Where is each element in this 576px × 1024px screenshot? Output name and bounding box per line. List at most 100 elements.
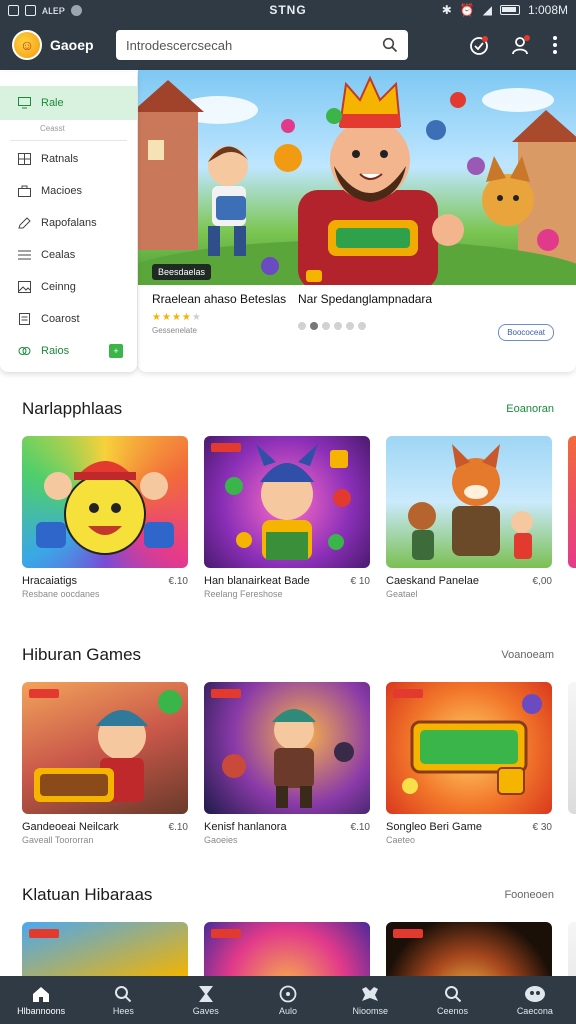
game-card-price: €,00 [532,576,552,587]
featured-action-button[interactable]: Boococeat [498,324,554,341]
game-card[interactable]: Hracaiatigs €.10 Resbane oocdanes [22,436,188,599]
section-see-all-link[interactable]: Voanoeam [501,649,554,661]
bluetooth-icon: ✱ [441,3,452,17]
nav-label: Hlbannoons [17,1005,66,1016]
carousel-dot[interactable] [334,322,342,330]
sidebar-item-rapofalans[interactable]: Rapofalans [0,207,137,239]
search-input[interactable] [126,37,382,53]
search-icon [444,985,461,1002]
game-card-title: Caeskand Panelae [386,575,479,587]
featured-banner[interactable]: Beesdaelas Rraelean ahaso Beteslas ★★★★★… [138,70,576,372]
section-title: Narlapphlaas [22,399,123,418]
achievements-icon[interactable] [468,34,490,56]
nav-item-caecona[interactable]: Caecona [494,976,576,1024]
game-card-badge [29,689,59,698]
carousel-dot[interactable] [322,322,330,330]
search-icon[interactable] [382,37,398,53]
game-card-partial[interactable] [568,682,576,845]
nav-label: Hees [112,1005,134,1016]
featured-title-primary[interactable]: Rraelean ahaso Beteslas [152,291,298,308]
battery-icon [499,5,520,15]
featured-tag: Beesdaelas [152,264,212,280]
profile-icon[interactable] [510,34,532,56]
carousel-dot[interactable] [346,322,354,330]
star-icon: ★ [161,312,172,323]
game-card[interactable]: Caeskand Panelae €,00 Geatael [386,436,552,599]
section-hiburan-games: Hiburan Games Voanoeam Gandeoeai Neilcar… [0,640,576,845]
sidebar-item-coarost[interactable]: Coarost [0,303,137,335]
controller-icon [362,986,379,1001]
sidebar-item-label: Cealas [41,249,76,261]
nav-item-home[interactable]: Hlbannoons [0,976,82,1024]
game-card[interactable]: Gandeoeai Neilcark €.10 Gaveall Toororra… [22,682,188,845]
nav-label: Gaves [192,1005,219,1016]
hourglass-icon [198,985,213,1002]
alarm-icon: ⏰ [459,3,475,17]
more-menu-icon[interactable] [552,35,558,55]
game-card-badge [211,443,241,452]
sidebar-item-ratnals[interactable]: Ratnals [0,143,137,175]
game-card-subtitle: Gaveall Toororran [22,835,94,845]
sidebar-item-label: Macioes [41,185,82,197]
sidebar-sub-label: Ceasst [40,124,65,133]
game-card[interactable]: Songleo Beri Game € 30 Caeteo [386,682,552,845]
sidebar-item-macioes[interactable]: Macioes [0,175,137,207]
sidebar-plus-badge[interactable]: + [109,344,123,358]
game-card[interactable]: Kenisf hanlanora €.10 Gaoeies [204,682,370,845]
nav-item-gaves[interactable]: Gaves [165,976,247,1024]
star-icon: ★ [191,312,202,323]
section-see-all-link[interactable]: Eoanoran [506,403,554,415]
bag-icon [18,185,31,197]
game-card-title: Han blanairkeat Bade [204,575,310,587]
sidebar-item-label: Rale [41,97,64,109]
featured-subtitle: Gessenelate [152,326,197,335]
game-thumbnail [386,436,552,568]
nav-label: Nioomse [352,1005,389,1016]
grid-icon [18,153,31,165]
search-bar[interactable] [116,30,408,60]
bottom-navigation: Hlbannoons Hees Gaves Aulo Nioomse Ceeno… [0,976,576,1024]
game-card-price: €.10 [168,822,188,833]
nav-item-ceenos[interactable]: Ceenos [411,976,493,1024]
game-card-partial[interactable] [568,436,576,599]
sidebar-menu: Rale Ceasst Ratnals Macioes Rapofalans C… [0,72,137,372]
sidebar-item-raios[interactable]: Raios + [0,335,137,367]
app-bar: ☺ Gaoep [0,20,576,70]
section-see-all-link[interactable]: Fooneoen [504,889,554,901]
profile-icon [524,985,545,1002]
sidebar-divider [10,140,127,141]
pencil-icon [18,217,31,229]
search-icon [115,985,132,1002]
nav-item-aulo[interactable]: Aulo [247,976,329,1024]
game-card-subtitle: Resbane oocdanes [22,589,100,599]
nav-item-hees[interactable]: Hees [82,976,164,1024]
app-logo[interactable]: ☺ [12,30,42,60]
sidebar-item-rale[interactable]: Rale [0,86,137,120]
signal-icon: ◢ [482,3,492,17]
carousel-dot[interactable] [358,322,366,330]
home-icon [33,986,50,1002]
game-thumbnail [22,436,188,568]
sidebar-item-label: Rapofalans [41,217,97,229]
featured-title-secondary[interactable]: Nar Spedanglampnadara [298,291,562,308]
star-icon: ★ [171,312,182,323]
carousel-dot[interactable] [298,322,306,330]
nav-item-nioomse[interactable]: Nioomse [329,976,411,1024]
carousel-dot[interactable] [310,322,318,330]
sidebar-item-cealas[interactable]: Cealas [0,239,137,271]
game-card-title: Gandeoeai Neilcark [22,821,119,833]
sidebar-item-ceinng[interactable]: Ceinng [0,271,137,303]
document-icon [19,313,30,325]
game-card-subtitle: Gaoeies [204,835,238,845]
section-title: Klatuan Hibaraas [22,885,153,904]
nav-label: Aulo [278,1005,297,1016]
game-card-price: € 10 [350,576,370,587]
game-card-badge [211,689,241,698]
game-card-subtitle: Geatael [386,589,418,599]
section-title: Hiburan Games [22,645,142,664]
game-thumbnail [204,682,370,814]
game-card-subtitle: Reelang Fereshose [204,589,283,599]
sidebar-item-label: Raios [41,345,70,357]
game-card[interactable]: Han blanairkeat Bade € 10 Reelang Feresh… [204,436,370,599]
status-time: 1:008M [527,3,568,17]
